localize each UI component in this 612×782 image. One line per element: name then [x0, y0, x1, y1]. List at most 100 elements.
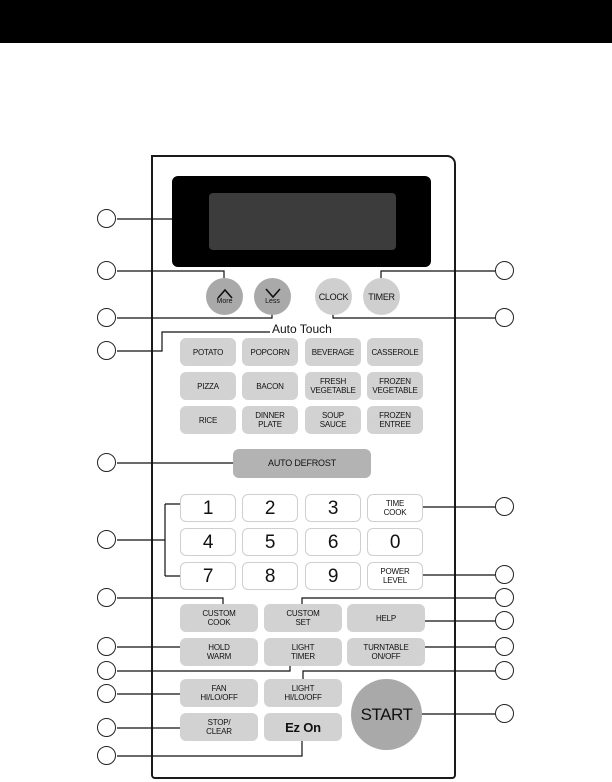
less-label: Less: [265, 298, 280, 305]
start-button[interactable]: START: [351, 679, 422, 750]
fan-hi-lo-off-label: FAN HI/LO/OFF: [200, 684, 238, 702]
custom-set-label: CUSTOM SET: [286, 609, 320, 627]
auto-soup-sauce-button[interactable]: SOUP SAUCE: [305, 406, 361, 434]
auto-fresh-vegetable-button[interactable]: FRESH VEGETABLE: [305, 372, 361, 400]
digit-4-button[interactable]: 4: [180, 528, 236, 556]
header-bar: [0, 0, 612, 43]
digit-6-button[interactable]: 6: [305, 528, 361, 556]
light-timer-label: LIGHT TIMER: [291, 643, 315, 661]
callout-circle-right-9: [495, 704, 514, 723]
auto-rice-button[interactable]: RICE: [180, 406, 236, 434]
fan-hi-lo-off-button[interactable]: FAN HI/LO/OFF: [180, 679, 258, 707]
help-label: HELP: [375, 613, 397, 623]
stop-clear-label: STOP/ CLEAR: [206, 718, 232, 736]
digit-8-label: 8: [264, 565, 276, 587]
auto-bacon-label: BACON: [256, 381, 284, 391]
timer-button[interactable]: TIMER: [363, 278, 400, 315]
digit-5-button[interactable]: 5: [242, 528, 298, 556]
clock-button[interactable]: CLOCK: [315, 278, 352, 315]
callout-circle-right-3: [495, 497, 514, 516]
auto-defrost-button[interactable]: AUTO DEFROST: [233, 449, 371, 478]
callout-circle-left-10: [97, 684, 116, 703]
less-button[interactable]: Less: [254, 278, 291, 315]
callout-circle-left-12: [97, 746, 116, 765]
callout-circle-right-7: [495, 637, 514, 656]
callout-circle-left-11: [97, 718, 116, 737]
auto-dinner-plate-button[interactable]: DINNER PLATE: [242, 406, 298, 434]
callout-circle-right-4: [495, 565, 514, 584]
power-level-button[interactable]: POWER LEVEL: [367, 562, 423, 590]
digit-2-button[interactable]: 2: [242, 494, 298, 522]
digit-8-button[interactable]: 8: [242, 562, 298, 590]
custom-cook-button[interactable]: CUSTOM COOK: [180, 604, 258, 632]
auto-casserole-label: CASSEROLE: [371, 347, 419, 357]
auto-potato-button[interactable]: POTATO: [180, 338, 236, 366]
auto-touch-label: Auto Touch: [271, 322, 333, 336]
callout-circle-left-7: [97, 588, 116, 607]
digit-4-label: 4: [202, 531, 214, 553]
auto-frozen-entree-button[interactable]: FROZEN ENTREE: [367, 406, 423, 434]
auto-frozen-vegetable-button[interactable]: FROZEN VEGETABLE: [367, 372, 423, 400]
auto-soup-sauce-label: SOUP SAUCE: [319, 411, 347, 429]
auto-casserole-button[interactable]: CASSEROLE: [367, 338, 423, 366]
digit-5-label: 5: [264, 531, 276, 553]
more-button[interactable]: More: [206, 278, 243, 315]
time-cook-label: TIME COOK: [383, 499, 407, 517]
callout-circle-right-5: [495, 588, 514, 607]
callout-circle-right-6: [495, 611, 514, 630]
hold-warm-button[interactable]: HOLD WARM: [180, 638, 258, 666]
digit-0-button[interactable]: 0: [367, 528, 423, 556]
callout-circle-left-4: [97, 341, 116, 360]
callout-circle-left-6: [97, 530, 116, 549]
digit-9-button[interactable]: 9: [305, 562, 361, 590]
light-timer-button[interactable]: LIGHT TIMER: [264, 638, 342, 666]
digit-1-button[interactable]: 1: [180, 494, 236, 522]
auto-pizza-label: PIZZA: [197, 381, 219, 391]
more-label: More: [216, 298, 233, 305]
callout-circle-left-8: [97, 637, 116, 656]
digit-0-label: 0: [389, 531, 401, 553]
display-housing: [172, 176, 431, 267]
ez-on-button[interactable]: Ez On: [264, 713, 342, 741]
digit-6-label: 6: [327, 531, 339, 553]
light-hi-lo-off-button[interactable]: LIGHT HI/LO/OFF: [264, 679, 342, 707]
auto-potato-label: POTATO: [192, 347, 224, 357]
callout-circle-left-5: [97, 453, 116, 472]
auto-frozen-vegetable-label: FROZEN VEGETABLE: [372, 377, 418, 395]
callout-circle-left-1: [97, 209, 116, 228]
callout-circle-left-9: [97, 661, 116, 680]
digit-9-label: 9: [327, 565, 339, 587]
callout-circle-left-3: [97, 308, 116, 327]
turntable-on-off-button[interactable]: TURNTABLE ON/OFF: [347, 638, 425, 666]
auto-defrost-label: AUTO DEFROST: [268, 458, 336, 468]
hold-warm-label: HOLD WARM: [206, 643, 232, 661]
custom-set-button[interactable]: CUSTOM SET: [264, 604, 342, 632]
auto-pizza-button[interactable]: PIZZA: [180, 372, 236, 400]
start-label: START: [360, 704, 413, 724]
timer-label: TIMER: [368, 291, 395, 302]
auto-popcorn-button[interactable]: POPCORN: [242, 338, 298, 366]
stop-clear-button[interactable]: STOP/ CLEAR: [180, 713, 258, 741]
digit-7-button[interactable]: 7: [180, 562, 236, 590]
auto-frozen-entree-label: FROZEN ENTREE: [379, 411, 411, 429]
auto-beverage-button[interactable]: BEVERAGE: [305, 338, 361, 366]
auto-beverage-label: BEVERAGE: [311, 347, 355, 357]
auto-popcorn-label: POPCORN: [250, 347, 290, 357]
light-hi-lo-off-label: LIGHT HI/LO/OFF: [284, 684, 322, 702]
custom-cook-label: CUSTOM COOK: [202, 609, 236, 627]
callout-circle-right-2: [495, 308, 514, 327]
callout-circle-right-8: [495, 661, 514, 680]
digit-1-label: 1: [202, 497, 214, 519]
help-button[interactable]: HELP: [347, 604, 425, 632]
callout-circle-left-2: [97, 261, 116, 280]
time-cook-button[interactable]: TIME COOK: [367, 494, 423, 522]
digit-3-label: 3: [327, 497, 339, 519]
clock-label: CLOCK: [318, 291, 349, 302]
auto-bacon-button[interactable]: BACON: [242, 372, 298, 400]
ez-on-label: Ez On: [285, 719, 321, 735]
auto-fresh-vegetable-label: FRESH VEGETABLE: [310, 377, 356, 395]
callout-circle-right-1: [495, 261, 514, 280]
display-screen: [209, 193, 396, 250]
power-level-label: POWER LEVEL: [380, 567, 410, 585]
digit-3-button[interactable]: 3: [305, 494, 361, 522]
